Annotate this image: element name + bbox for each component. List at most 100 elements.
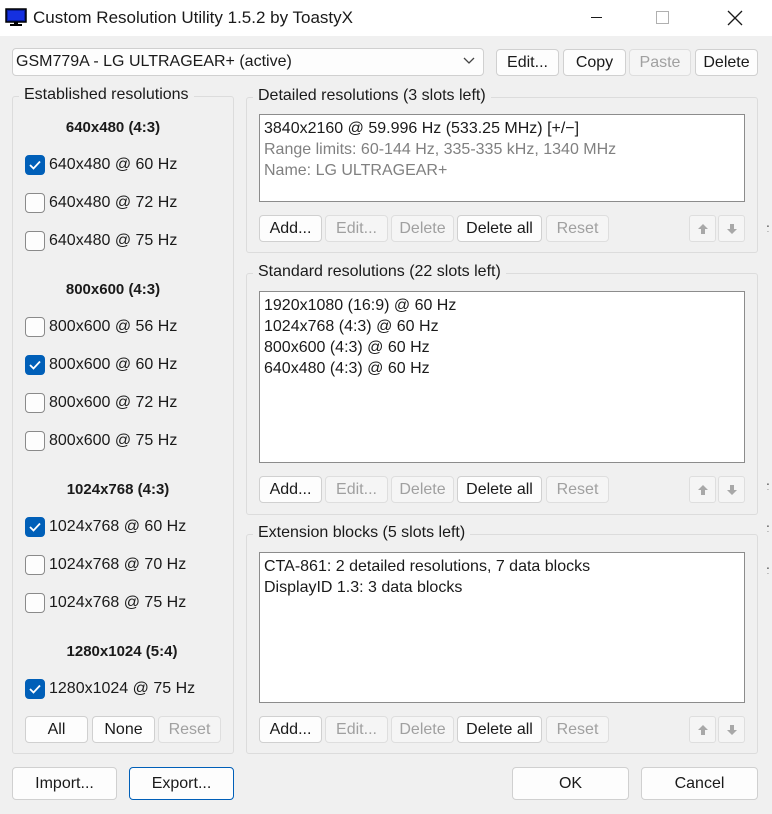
select-all-button[interactable]: All <box>25 716 88 743</box>
clipped-edge-mark: : <box>766 520 770 532</box>
checkbox-1024x768-70hz[interactable]: 1024x768 @ 70 Hz <box>25 554 186 576</box>
extension-move-up-button[interactable] <box>689 716 716 743</box>
minimize-button[interactable] <box>574 0 620 36</box>
detailed-edit-button[interactable]: Edit... <box>325 215 388 242</box>
extension-reset-button[interactable]: Reset <box>546 716 609 743</box>
list-item[interactable]: 1024x768 (4:3) @ 60 Hz <box>264 316 740 337</box>
checkbox-640x480-72hz[interactable]: 640x480 @ 72 Hz <box>25 192 177 214</box>
checkbox-800x600-72hz[interactable]: 800x600 @ 72 Hz <box>25 392 177 414</box>
checkbox-label: 800x600 @ 60 Hz <box>49 356 178 373</box>
detailed-add-button[interactable]: Add... <box>259 215 322 242</box>
detailed-move-down-button[interactable] <box>718 215 745 242</box>
ok-button[interactable]: OK <box>512 767 629 800</box>
standard-add-button[interactable]: Add... <box>259 476 322 503</box>
checkbox-box[interactable] <box>25 193 45 213</box>
clipped-edge-mark: : <box>766 478 770 490</box>
checkbox-label: 1024x768 @ 60 Hz <box>49 518 187 535</box>
extension-edit-button[interactable]: Edit... <box>325 716 388 743</box>
established-reset-button[interactable]: Reset <box>158 716 221 743</box>
maximize-button[interactable] <box>640 0 686 36</box>
list-item[interactable]: 640x480 (4:3) @ 60 Hz <box>264 358 740 379</box>
checkbox-box[interactable] <box>25 555 45 575</box>
list-item[interactable]: Name: LG ULTRAGEAR+ <box>264 160 740 181</box>
chevron-down-icon <box>463 57 475 64</box>
window-title: Custom Resolution Utility 1.5.2 by Toast… <box>33 8 353 27</box>
arrow-down-icon <box>726 484 737 495</box>
select-none-button[interactable]: None <box>92 716 155 743</box>
detailed-move-up-button[interactable] <box>689 215 716 242</box>
established-heading-640x480: 640x480 (4:3) <box>65 119 161 136</box>
standard-move-up-button[interactable] <box>689 476 716 503</box>
extension-move-down-button[interactable] <box>718 716 745 743</box>
checkbox-800x600-75hz[interactable]: 800x600 @ 75 Hz <box>25 430 177 452</box>
checkbox-1024x768-75hz[interactable]: 1024x768 @ 75 Hz <box>25 592 186 614</box>
established-resolutions-title: Established resolutions <box>19 86 194 104</box>
established-heading-1280x1024: 1280x1024 (5:4) <box>66 643 178 660</box>
standard-resolutions-title: Standard resolutions (22 slots left) <box>253 263 506 281</box>
checkbox-label: 800x600 @ 72 Hz <box>49 394 178 411</box>
checkbox-label: 640x480 @ 75 Hz <box>49 232 178 249</box>
checkbox-800x600-56hz[interactable]: 800x600 @ 56 Hz <box>25 316 177 338</box>
established-heading-800x600: 800x600 (4:3) <box>65 281 161 298</box>
checkbox-box[interactable] <box>25 431 45 451</box>
checkbox-800x600-60hz[interactable]: 800x600 @ 60 Hz <box>25 354 177 376</box>
list-item[interactable]: 3840x2160 @ 59.996 Hz (533.25 MHz) [+/−] <box>264 118 740 139</box>
checkbox-box[interactable] <box>25 517 45 537</box>
standard-move-down-button[interactable] <box>718 476 745 503</box>
close-button[interactable] <box>712 0 758 36</box>
arrow-down-icon <box>726 724 737 735</box>
detailed-delete-button[interactable]: Delete <box>391 215 454 242</box>
checkbox-box[interactable] <box>25 155 45 175</box>
checkbox-640x480-75hz[interactable]: 640x480 @ 75 Hz <box>25 230 177 252</box>
standard-delete-all-button[interactable]: Delete all <box>457 476 542 503</box>
detailed-resolutions-list[interactable]: 3840x2160 @ 59.996 Hz (533.25 MHz) [+/−]… <box>259 114 745 202</box>
standard-resolutions-list[interactable]: 1920x1080 (16:9) @ 60 Hz 1024x768 (4:3) … <box>259 291 745 463</box>
import-button[interactable]: Import... <box>12 767 117 800</box>
extension-delete-button[interactable]: Delete <box>391 716 454 743</box>
extension-add-button[interactable]: Add... <box>259 716 322 743</box>
checkbox-box[interactable] <box>25 593 45 613</box>
detailed-reset-button[interactable]: Reset <box>546 215 609 242</box>
checkbox-box[interactable] <box>25 679 45 699</box>
checkbox-label: 1024x768 @ 75 Hz <box>49 594 187 611</box>
detailed-delete-all-button[interactable]: Delete all <box>457 215 542 242</box>
cancel-button[interactable]: Cancel <box>641 767 758 800</box>
checkbox-box[interactable] <box>25 231 45 251</box>
list-item[interactable]: 800x600 (4:3) @ 60 Hz <box>264 337 740 358</box>
standard-delete-button[interactable]: Delete <box>391 476 454 503</box>
detailed-resolutions-title: Detailed resolutions (3 slots left) <box>253 87 491 105</box>
minimize-icon <box>591 17 602 18</box>
close-icon <box>727 10 743 26</box>
extension-blocks-title: Extension blocks (5 slots left) <box>253 524 471 542</box>
checkbox-box[interactable] <box>25 355 45 375</box>
standard-edit-button[interactable]: Edit... <box>325 476 388 503</box>
arrow-down-icon <box>726 223 737 234</box>
list-item[interactable]: CTA-861: 2 detailed resolutions, 7 data … <box>264 556 740 577</box>
checkbox-label: 1024x768 @ 70 Hz <box>49 556 187 573</box>
title-bar[interactable]: Custom Resolution Utility 1.5.2 by Toast… <box>0 0 772 36</box>
checkbox-1280x1024-75hz[interactable]: 1280x1024 @ 75 Hz <box>25 678 195 700</box>
delete-monitor-button[interactable]: Delete <box>695 49 758 76</box>
established-heading-1024x768: 1024x768 (4:3) <box>66 481 170 498</box>
edit-monitor-button[interactable]: Edit... <box>496 49 559 76</box>
arrow-up-icon <box>697 223 708 234</box>
arrow-up-icon <box>697 724 708 735</box>
list-item[interactable]: DisplayID 1.3: 3 data blocks <box>264 577 740 598</box>
list-item[interactable]: 1920x1080 (16:9) @ 60 Hz <box>264 295 740 316</box>
copy-button[interactable]: Copy <box>563 49 626 76</box>
extension-blocks-list[interactable]: CTA-861: 2 detailed resolutions, 7 data … <box>259 552 745 703</box>
list-item[interactable]: Range limits: 60-144 Hz, 335-335 kHz, 13… <box>264 139 740 160</box>
checkbox-label: 1280x1024 @ 75 Hz <box>49 680 196 697</box>
monitor-dropdown[interactable]: GSM779A - LG ULTRAGEAR+ (active) <box>12 48 484 76</box>
standard-reset-button[interactable]: Reset <box>546 476 609 503</box>
checkbox-label: 640x480 @ 72 Hz <box>49 194 178 211</box>
paste-button[interactable]: Paste <box>629 49 691 76</box>
monitor-app-icon <box>5 8 27 27</box>
checkbox-640x480-60hz[interactable]: 640x480 @ 60 Hz <box>25 154 177 176</box>
export-button[interactable]: Export... <box>129 767 234 800</box>
checkbox-box[interactable] <box>25 393 45 413</box>
checkbox-box[interactable] <box>25 317 45 337</box>
extension-delete-all-button[interactable]: Delete all <box>457 716 542 743</box>
checkbox-1024x768-60hz[interactable]: 1024x768 @ 60 Hz <box>25 516 186 538</box>
checkbox-label: 800x600 @ 75 Hz <box>49 432 178 449</box>
